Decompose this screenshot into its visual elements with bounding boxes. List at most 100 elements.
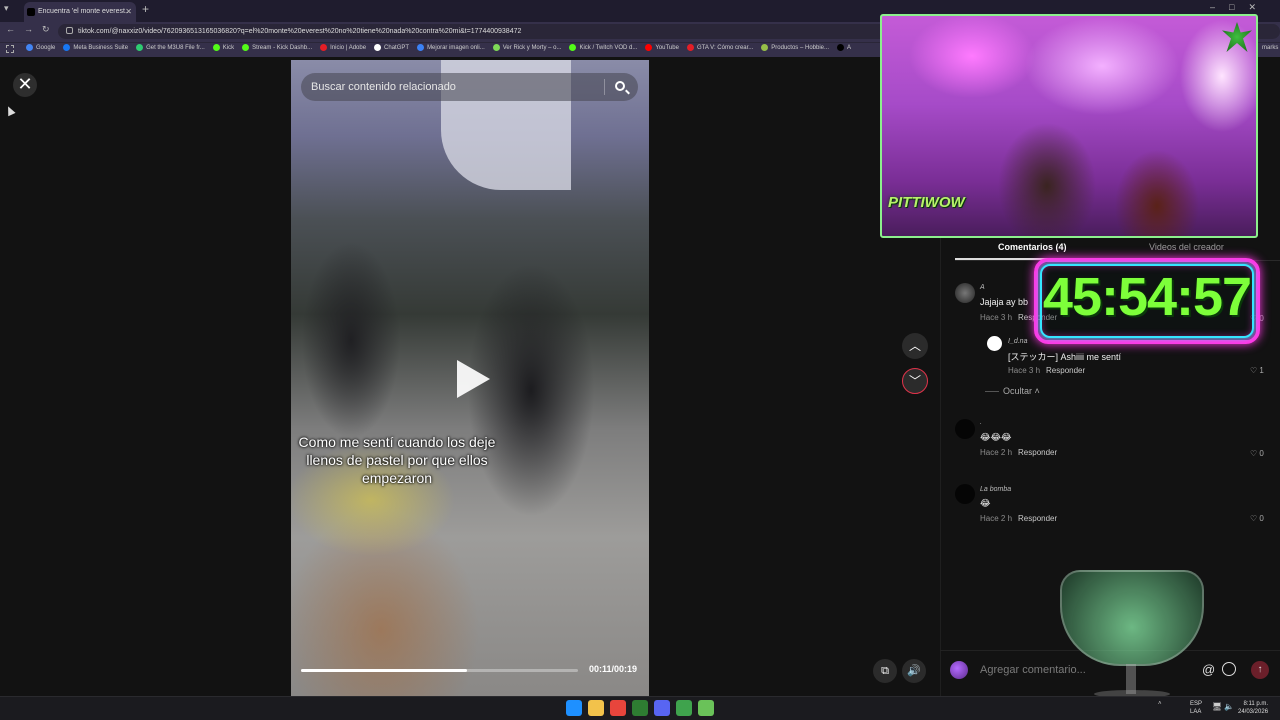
comment-text: [ステッカー] Ashiiii me sentí — [1008, 352, 1122, 362]
bookmark-item[interactable]: Inicio | Adobe — [320, 44, 366, 51]
comment-time: Hace 3 h — [1008, 366, 1041, 375]
bookmark-item[interactable]: Kick / Twitch VOD d... — [569, 44, 637, 51]
hide-replies-button[interactable]: Ocultar ˄ — [985, 386, 1040, 396]
new-tab-icon[interactable]: + — [142, 2, 149, 16]
bookmark-favicon-icon — [761, 44, 769, 51]
site-info-icon[interactable] — [66, 27, 73, 34]
avatar[interactable] — [955, 283, 975, 303]
avatar[interactable] — [955, 419, 975, 439]
bookmark-favicon-icon — [417, 44, 425, 51]
video-progress-bar[interactable] — [301, 669, 578, 672]
comment-meta: Hace 2 h Responder — [980, 514, 1057, 523]
send-comment-button[interactable]: ↑ — [1251, 661, 1269, 679]
bookmark-item[interactable]: Meta Business Suite — [63, 44, 128, 51]
like-count[interactable]: ♡ 0 — [1250, 514, 1264, 523]
volume-icon[interactable]: 🔊 — [902, 659, 926, 683]
bookmark-item[interactable]: A — [837, 44, 851, 51]
reply-button[interactable]: Responder — [1018, 448, 1057, 457]
bookmark-item[interactable]: YouTube — [645, 44, 679, 51]
system-tray[interactable]: ˄ — [1158, 701, 1162, 707]
tab-comments[interactable]: Comentarios (4) — [998, 242, 1067, 252]
speaker-icon[interactable]: 🔈 — [1224, 702, 1234, 711]
bookmark-label: Stream - Kick Dashb... — [252, 44, 313, 51]
search-divider — [604, 79, 605, 95]
video-player[interactable]: Buscar contenido relacionado Como me sen… — [291, 60, 649, 696]
bookmark-item[interactable]: ChatGPT — [374, 44, 409, 51]
like-count-value: 0 — [1259, 449, 1264, 458]
avatar[interactable] — [987, 336, 1002, 351]
picture-in-picture-icon[interactable]: ⧉ — [873, 659, 897, 683]
related-search-input[interactable]: Buscar contenido relacionado — [301, 73, 638, 101]
taskbar-app-icon[interactable] — [610, 700, 626, 716]
bookmark-label: Meta Business Suite — [73, 44, 129, 51]
bookmark-label: Get the M3U8 File fr... — [146, 44, 205, 51]
bookmark-favicon-icon — [242, 44, 250, 51]
comment-text: Jajaja ay bb — [980, 297, 1029, 307]
comment-username[interactable]: A — [980, 284, 985, 291]
search-icon[interactable] — [615, 81, 625, 91]
forward-icon[interactable]: → — [24, 24, 33, 34]
bookmark-label: Productos – Hobbie... — [771, 44, 829, 51]
comment-username[interactable]: I_d.na — [1008, 338, 1027, 345]
mention-icon[interactable]: @ — [1202, 662, 1215, 677]
tab-creator-videos[interactable]: Videos del creador — [1149, 242, 1224, 252]
network-icon[interactable]: 🖥 — [1212, 702, 1222, 711]
bookmark-favicon-icon — [374, 44, 382, 51]
back-icon[interactable]: ← — [6, 24, 15, 34]
bookmark-favicon-icon — [320, 44, 328, 51]
bookmark-favicon-icon — [26, 44, 33, 51]
all-bookmarks-label[interactable]: marks — [1262, 45, 1278, 51]
lang-code: ESP — [1190, 701, 1203, 707]
language-indicator[interactable]: ESP LAA — [1190, 700, 1202, 716]
comment-meta: Hace 2 h Responder — [980, 448, 1057, 457]
browser-tab[interactable]: Encuentra 'el monte everest... ✕ — [24, 2, 136, 22]
bookmark-item[interactable]: Google — [26, 44, 55, 51]
next-video-button[interactable]: ﹀ — [902, 368, 928, 394]
taskbar-app-icon[interactable] — [654, 700, 670, 716]
bookmark-favicon-icon — [63, 44, 71, 51]
like-count[interactable]: ♡ 0 — [1250, 449, 1264, 458]
taskbar-app-icon[interactable] — [698, 700, 714, 716]
like-count[interactable]: ♡ 1 — [1250, 366, 1264, 375]
reply-button[interactable]: Responder — [1046, 366, 1085, 375]
bookmark-favicon-icon — [212, 44, 220, 51]
comment-username[interactable]: La bomba — [980, 486, 1011, 493]
bookmark-item[interactable]: Get the M3U8 File fr... — [136, 44, 205, 51]
previous-video-button[interactable]: ︿ — [902, 333, 928, 359]
taskbar-app-icon[interactable] — [588, 700, 604, 716]
bookmark-favicon-icon — [645, 44, 653, 51]
video-caption: Como me sentí cuando los deje llenos de … — [298, 434, 496, 486]
comment-time: Hace 2 h — [980, 514, 1013, 523]
comment-input[interactable]: Agregar comentario... — [972, 660, 1212, 680]
comment-username[interactable]: . — [980, 419, 982, 426]
bookmark-item[interactable]: Ver Rick y Morty – o... — [492, 44, 561, 51]
bookmark-item[interactable]: Productos – Hobbie... — [761, 44, 829, 51]
taskbar-app-icon[interactable] — [566, 700, 582, 716]
taskbar-app-icon[interactable] — [676, 700, 692, 716]
bookmark-item[interactable]: Kick — [212, 44, 234, 51]
bookmark-item[interactable]: GTA V: Cómo crear... — [686, 44, 753, 51]
reply-button[interactable]: Responder — [1018, 514, 1057, 523]
comment-text: 😂😂😂 — [980, 432, 1012, 442]
comment-text: 😂 — [980, 498, 991, 508]
reload-icon[interactable]: ↻ — [42, 24, 50, 35]
tab-search-icon[interactable]: ▾ — [4, 3, 9, 14]
bookmark-item[interactable]: Stream - Kick Dashb... — [242, 44, 312, 51]
glass-overlay-graphic — [1060, 570, 1204, 666]
close-video-button[interactable]: ✕ — [13, 73, 37, 97]
play-icon[interactable] — [457, 360, 490, 398]
chevron-up-icon[interactable]: ˄ — [1158, 701, 1162, 707]
window-controls[interactable]: –□✕ — [1210, 2, 1270, 13]
like-count-value: 0 — [1259, 314, 1264, 323]
bookmark-label: ChatGPT — [384, 44, 410, 51]
taskbar-app-icon[interactable] — [632, 700, 648, 716]
clock[interactable]: 8:11 p.m. 24/03/2026 — [1238, 700, 1268, 716]
video-time: 00:11/00:19 — [589, 664, 638, 674]
like-count-value: 0 — [1259, 514, 1264, 523]
bookmark-label: A — [847, 44, 852, 51]
apps-icon[interactable] — [6, 45, 14, 53]
avatar[interactable] — [955, 484, 975, 504]
close-tab-icon[interactable]: ✕ — [125, 2, 132, 22]
bookmark-item[interactable]: Mejorar imagen onli... — [417, 44, 485, 51]
emoji-icon[interactable] — [1222, 662, 1236, 676]
